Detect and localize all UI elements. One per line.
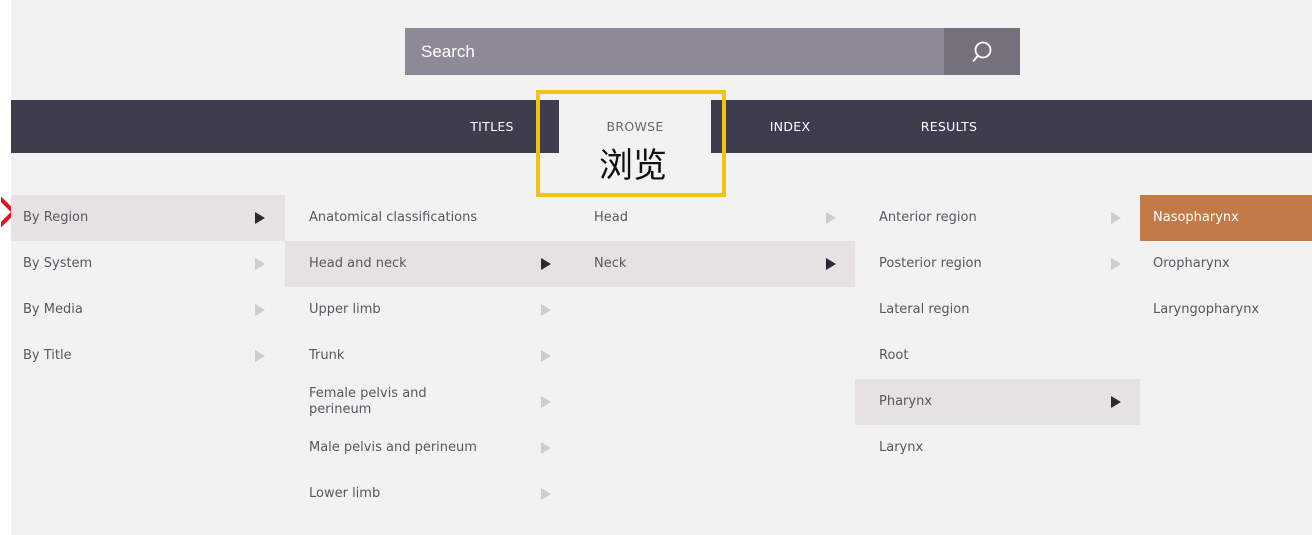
list-item-label: Pharynx — [879, 394, 933, 409]
list-item-pharynx[interactable]: Pharynx — [855, 379, 1140, 425]
list-item-lower-limb[interactable]: Lower limb — [285, 471, 570, 517]
triangle-right-icon — [541, 488, 551, 500]
list-item-label: Oropharynx — [1153, 256, 1230, 271]
list-item-posterior-region[interactable]: Posterior region — [855, 241, 1140, 287]
list-item-male-pelvis-and-perineum[interactable]: Male pelvis and perineum — [285, 425, 570, 471]
list-item-anterior-region[interactable]: Anterior region — [855, 195, 1140, 241]
tab-titles[interactable]: TITLES — [432, 100, 552, 153]
list-item-label: Trunk — [309, 348, 345, 363]
list-item-label: By System — [23, 256, 93, 271]
list-item-label: Lateral region — [879, 302, 970, 317]
list-item-oropharynx[interactable]: Oropharynx — [1140, 241, 1312, 287]
list-item-label: By Region — [23, 210, 89, 225]
triangle-right-icon — [826, 212, 836, 224]
list-item-label: Lower limb — [309, 486, 381, 501]
list-item-anatomical-classifications[interactable]: Anatomical classifications — [285, 195, 570, 241]
triangle-right-icon — [541, 304, 551, 316]
triangle-right-icon — [255, 258, 265, 270]
list-item-label: Nasopharynx — [1153, 210, 1239, 225]
list-item-by-system[interactable]: By System — [11, 241, 285, 287]
list-item-label: Anterior region — [879, 210, 977, 225]
list-item-head[interactable]: Head — [570, 195, 855, 241]
list-item-label: Female pelvis and perineum — [309, 386, 427, 417]
list-item-label: Upper limb — [309, 302, 381, 317]
list-item-label: By Media — [23, 302, 83, 317]
browse-column-1: By Region By System By Media By Title — [11, 195, 285, 379]
annotation-label: 浏览 — [599, 146, 667, 186]
triangle-right-icon — [541, 258, 551, 270]
list-item-label: Larynx — [879, 440, 924, 455]
search-icon — [972, 41, 992, 62]
triangle-right-icon — [1111, 258, 1121, 270]
list-item-trunk[interactable]: Trunk — [285, 333, 570, 379]
list-item-label: Neck — [594, 256, 627, 271]
list-item-label: Root — [879, 348, 909, 363]
list-item-lateral-region[interactable]: Lateral region — [855, 287, 1140, 333]
tab-index[interactable]: INDEX — [741, 100, 839, 153]
browse-column-5: Nasopharynx Oropharynx Laryngopharynx — [1140, 195, 1312, 333]
list-item-by-region[interactable]: By Region — [11, 195, 285, 241]
list-item-female-pelvis-and-perineum[interactable]: Female pelvis and perineum — [285, 379, 570, 425]
triangle-right-icon — [255, 304, 265, 316]
search-button[interactable] — [944, 28, 1020, 75]
triangle-right-icon — [255, 212, 265, 224]
triangle-right-icon — [541, 442, 551, 454]
list-item-head-and-neck[interactable]: Head and neck — [285, 241, 570, 287]
list-item-label: Head — [594, 210, 628, 225]
browse-column-4: Anterior region Posterior region Lateral… — [855, 195, 1140, 471]
list-item-laryngopharynx[interactable]: Laryngopharynx — [1140, 287, 1312, 333]
browse-column-3: Head Neck — [570, 195, 855, 287]
list-item-label: By Title — [23, 348, 72, 363]
triangle-right-icon — [255, 350, 265, 362]
list-item-label: Posterior region — [879, 256, 982, 271]
list-item-label: Laryngopharynx — [1153, 302, 1260, 317]
list-item-upper-limb[interactable]: Upper limb — [285, 287, 570, 333]
search-bar — [405, 28, 1020, 75]
list-item-label: Male pelvis and perineum — [309, 440, 477, 455]
list-item-larynx[interactable]: Larynx — [855, 425, 1140, 471]
list-item-root[interactable]: Root — [855, 333, 1140, 379]
triangle-right-icon — [541, 396, 551, 408]
list-item-label: Anatomical classifications — [309, 210, 478, 225]
triangle-right-icon — [541, 350, 551, 362]
list-item-by-title[interactable]: By Title — [11, 333, 285, 379]
list-item-by-media[interactable]: By Media — [11, 287, 285, 333]
tab-results[interactable]: RESULTS — [879, 100, 1019, 153]
search-input[interactable] — [405, 28, 944, 75]
triangle-right-icon — [1111, 396, 1121, 408]
list-item-nasopharynx[interactable]: Nasopharynx — [1140, 195, 1312, 241]
triangle-right-icon — [826, 258, 836, 270]
triangle-right-icon — [1111, 212, 1121, 224]
list-item-neck[interactable]: Neck — [570, 241, 855, 287]
list-item-label: Head and neck — [309, 256, 407, 271]
browse-column-2: Anatomical classifications Head and neck… — [285, 195, 570, 517]
